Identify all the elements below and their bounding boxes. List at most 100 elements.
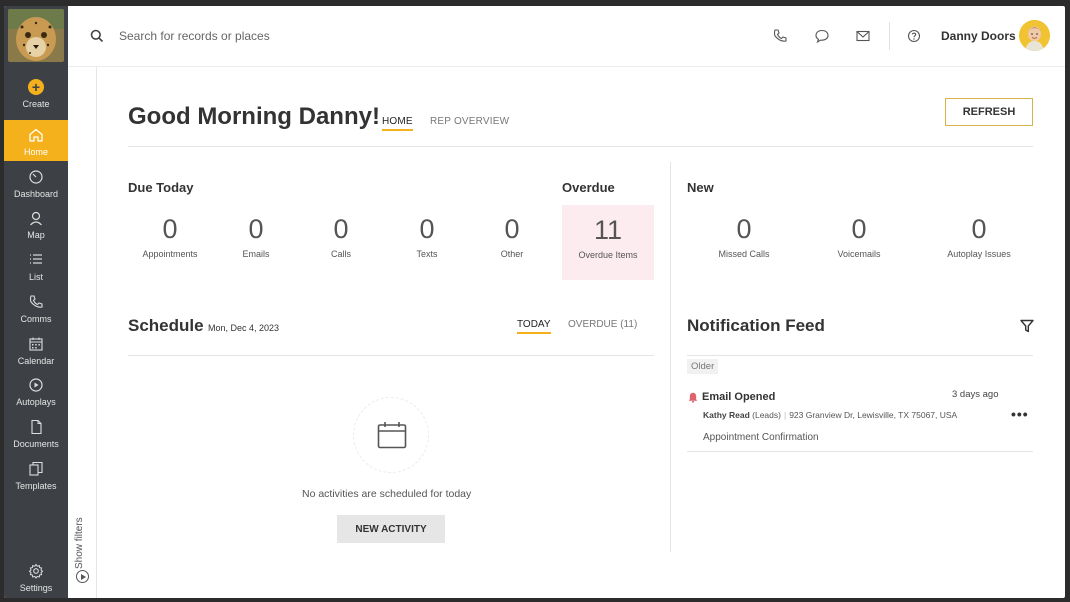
filters-rail: Show filters [68, 67, 97, 598]
company-logo[interactable] [8, 9, 64, 62]
refresh-button[interactable]: REFRESH [945, 98, 1033, 126]
tab-home[interactable]: HOME [382, 116, 413, 131]
page-title: Good Morning Danny! [128, 103, 380, 130]
stat-overdue-items[interactable]: 11 Overdue Items [562, 205, 654, 280]
sidebar-item-map[interactable]: Map [4, 210, 68, 250]
stat-calls[interactable]: 0 Calls [299, 204, 383, 274]
stat-label: Appointments [142, 249, 198, 259]
stat-texts[interactable]: 0 Texts [385, 204, 469, 274]
new-activity-button[interactable]: NEW ACTIVITY [337, 515, 445, 543]
sidebar-item-home[interactable]: Home [4, 120, 68, 161]
stat-value: 0 [971, 214, 987, 244]
map-pin-icon [30, 211, 42, 226]
sidebar: + Create Home Dashboard Map List Comms C… [4, 6, 68, 598]
stat-label: Missed Calls [718, 249, 770, 259]
settings-label: Settings [19, 583, 53, 593]
top-bar: Danny Doors [68, 6, 1065, 67]
stat-value: 0 [162, 214, 178, 244]
user-name[interactable]: Danny Doors [941, 29, 1016, 43]
calendar-icon [377, 422, 407, 449]
sidebar-item-dashboard[interactable]: Dashboard [4, 169, 68, 209]
tab-overdue[interactable]: OVERDUE (11) [568, 319, 637, 330]
more-options-icon[interactable]: ••• [1011, 406, 1029, 422]
sidebar-item-label: Dashboard [13, 189, 59, 199]
sidebar-item-label: Map [27, 230, 45, 240]
due-today-heading: Due Today [128, 180, 194, 195]
stat-label: Voicemails [837, 249, 881, 259]
help-icon[interactable] [906, 28, 922, 44]
document-icon [31, 419, 42, 435]
stat-emails[interactable]: 0 Emails [214, 204, 298, 274]
expand-filters-icon[interactable] [76, 570, 89, 583]
filter-icon[interactable] [1020, 319, 1034, 333]
avatar[interactable] [1019, 20, 1050, 51]
divider [687, 451, 1033, 452]
group-label: Older [687, 359, 719, 374]
sidebar-item-label: List [28, 272, 43, 282]
mail-icon[interactable] [855, 28, 871, 44]
sidebar-item-label: Documents [13, 439, 59, 449]
stat-label: Other [500, 249, 524, 259]
sidebar-item-list[interactable]: List [4, 252, 68, 292]
create-label: Create [22, 99, 50, 109]
sidebar-item-label: Comms [20, 314, 52, 324]
notification-time: 3 days ago [952, 389, 999, 400]
search-icon [90, 29, 104, 43]
stat-appointments[interactable]: 0 Appointments [128, 204, 212, 274]
stat-value: 0 [248, 214, 264, 244]
search-input[interactable] [119, 26, 419, 46]
sidebar-item-label: Home [23, 147, 48, 157]
settings-button[interactable]: Settings [4, 563, 68, 598]
main-content: Good Morning Danny! HOME REP OVERVIEW RE… [128, 67, 1034, 598]
overdue-heading: Overdue [562, 180, 615, 195]
sidebar-item-autoplays[interactable]: Autoplays [4, 377, 68, 417]
show-filters-toggle[interactable]: Show filters [74, 517, 85, 569]
stat-value: 0 [851, 214, 867, 244]
sidebar-item-calendar[interactable]: Calendar [4, 336, 68, 376]
sidebar-item-templates[interactable]: Templates [4, 461, 68, 501]
tab-today[interactable]: TODAY [517, 319, 551, 334]
gear-icon [28, 563, 44, 579]
dashboard-icon [29, 170, 43, 184]
sidebar-item-documents[interactable]: Documents [4, 419, 68, 459]
list-icon [30, 254, 42, 264]
toolbar-divider [889, 22, 890, 50]
notification-detail: Appointment Confirmation [703, 432, 819, 443]
separator: | [783, 410, 787, 420]
create-button[interactable]: + Create [4, 79, 68, 119]
stat-value: 0 [736, 214, 752, 244]
schedule-heading: Schedule [128, 316, 204, 335]
stat-value: 0 [504, 214, 520, 244]
stat-value: 0 [333, 214, 349, 244]
stat-label: Autoplay Issues [947, 249, 1011, 259]
app-window: + Create Home Dashboard Map List Comms C… [4, 6, 1065, 598]
contact-name[interactable]: Kathy Read [703, 410, 750, 420]
empty-state-text: No activities are scheduled for today [302, 488, 472, 500]
new-heading: New [687, 180, 714, 195]
column-divider [670, 162, 671, 552]
stat-autoplay-issues[interactable]: 0 Autoplay Issues [932, 204, 1026, 274]
stat-missed-calls[interactable]: 0 Missed Calls [702, 204, 786, 274]
sidebar-item-label: Autoplays [16, 397, 56, 407]
stat-label: Overdue Items [578, 250, 638, 260]
notification-details: Kathy Read (Leads) | 923 Granview Dr, Lewi… [703, 410, 957, 420]
phone-icon[interactable] [772, 28, 788, 44]
bell-icon [688, 392, 698, 403]
plus-icon: + [28, 79, 44, 95]
chat-icon[interactable] [814, 28, 830, 44]
sidebar-item-comms[interactable]: Comms [4, 294, 68, 334]
stat-value: 0 [419, 214, 435, 244]
stat-label: Emails [242, 249, 270, 259]
contact-type: (Leads) [752, 410, 781, 420]
stat-label: Texts [416, 249, 438, 259]
sidebar-item-label: Templates [15, 481, 57, 491]
stat-voicemails[interactable]: 0 Voicemails [817, 204, 901, 274]
divider [128, 355, 654, 356]
divider [128, 146, 1033, 147]
tab-rep-overview[interactable]: REP OVERVIEW [430, 116, 509, 127]
stat-other[interactable]: 0 Other [470, 204, 554, 274]
notification-title: Email Opened [702, 391, 776, 403]
home-icon [29, 128, 43, 142]
phone-icon [29, 295, 43, 308]
autoplay-icon [29, 378, 43, 392]
